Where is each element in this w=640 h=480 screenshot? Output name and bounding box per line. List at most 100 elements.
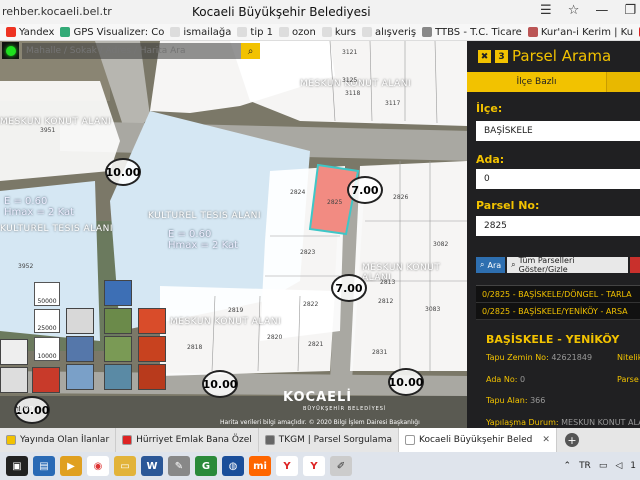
parcel-number: 3117: [385, 100, 401, 107]
search-parcel-button[interactable]: ⌕ Ara: [476, 257, 506, 273]
road-width-marker: 10.00: [202, 370, 238, 398]
yandex-icon[interactable]: Y: [303, 456, 325, 476]
parcel-number: 3083: [425, 306, 441, 313]
search-icon: ⌕: [247, 45, 254, 57]
layer-thumbnail-terrain[interactable]: [104, 308, 132, 334]
pen-icon[interactable]: ✎: [168, 456, 190, 476]
status-indicator-icon[interactable]: [2, 42, 19, 59]
bookmark-item[interactable]: TTBS - T.C. Ticare: [422, 27, 522, 38]
bookmarks-icon[interactable]: ☆: [568, 3, 580, 18]
result-item[interactable]: 0/2825 - BAŞİSKELE/YENİKÖY - ARSA: [476, 303, 640, 320]
chrome-icon[interactable]: ◉: [87, 456, 109, 476]
scale-button-10000[interactable]: 10000: [34, 337, 60, 361]
result-list: 0/2825 - BAŞİSKELE/DÖNGEL - TARLA 0/2825 …: [476, 285, 640, 320]
word-icon[interactable]: W: [141, 456, 163, 476]
browser-title-bar: rehber.kocaeli.bel.tr Kocaeli Büyükşehir…: [0, 0, 640, 24]
bookmark-item[interactable]: alışveriş: [362, 27, 416, 38]
layer-thumbnail-blue[interactable]: [66, 364, 94, 390]
parcel-number: 3951: [40, 127, 56, 134]
browser-tab[interactable]: Kocaeli Büyükşehir Beled ✕: [398, 428, 557, 452]
clock[interactable]: 1: [630, 461, 636, 471]
parsel-no-input[interactable]: 2825: [476, 216, 640, 236]
road-width-marker: 7.00: [347, 176, 383, 204]
zone-label: KULTUREL TESIS ALANI: [0, 224, 113, 234]
bookmark-icon: [527, 27, 538, 37]
panel-tabs: İlçe Bazlı: [467, 72, 640, 92]
layer-thumbnail-green[interactable]: [104, 336, 132, 362]
file-explorer-icon[interactable]: ▭: [114, 456, 136, 476]
bookmark-item[interactable]: Yandex: [6, 27, 54, 38]
parcel-number: 2822: [303, 301, 319, 308]
green-app-icon[interactable]: G: [195, 456, 217, 476]
ilce-select[interactable]: BAŞİSKELE: [476, 121, 640, 141]
parcel-number: 2819: [228, 307, 244, 314]
tray-chevron-icon[interactable]: ⌃: [564, 461, 572, 471]
clear-button[interactable]: [630, 257, 640, 273]
task-view-icon[interactable]: ▣: [6, 456, 28, 476]
layer-thumbnail-plan[interactable]: [0, 367, 28, 393]
yandex-browser-icon[interactable]: Y: [276, 456, 298, 476]
bookmark-icon: [422, 27, 433, 37]
layer-thumbnail-plan[interactable]: [0, 339, 28, 365]
media-player-icon[interactable]: ▶: [60, 456, 82, 476]
files-icon[interactable]: ▤: [33, 456, 55, 476]
parcel-number: 2831: [372, 349, 388, 356]
new-tab-button[interactable]: +: [564, 433, 579, 447]
parcel-area: [0, 81, 120, 181]
volume-icon[interactable]: ◁: [615, 461, 622, 471]
bookmark-item[interactable]: GPS Visualizer: Co: [60, 27, 164, 38]
close-panel-button[interactable]: ✖: [478, 50, 491, 63]
layer-thumbnail-street[interactable]: [66, 308, 94, 334]
bookmark-icon: [237, 27, 248, 37]
scale-button-25000[interactable]: 25000: [34, 309, 60, 333]
zone-label: KULTUREL TESIS ALANI: [148, 211, 261, 221]
parcel-number: 3082: [433, 241, 449, 248]
parcel-number: 2812: [378, 298, 394, 305]
bookmark-item[interactable]: ozon: [279, 27, 316, 38]
globe-icon[interactable]: ◍: [222, 456, 244, 476]
minimize-icon[interactable]: —: [595, 3, 608, 18]
result-item[interactable]: 0/2825 - BAŞİSKELE/DÖNGEL - TARLA: [476, 286, 640, 303]
reader-icon[interactable]: ☰: [540, 3, 552, 18]
layer-thumbnail-satellite[interactable]: [104, 280, 132, 306]
map-view[interactable]: MESKUN KONUT ALANI MESKUN KONUT ALANI ME…: [0, 41, 467, 428]
layer-thumbnail-heat[interactable]: [138, 308, 166, 334]
layer-thumbnail-heat[interactable]: [138, 336, 166, 362]
close-tab-icon[interactable]: ✕: [542, 435, 550, 445]
zoning-note: E = 0.60 Hmax = 2 Kat: [4, 196, 75, 218]
layer-thumbnail-aerial[interactable]: [104, 364, 132, 390]
toggle-all-parcels-button[interactable]: ⌕ Tüm Parselleri Göster/Gizle: [507, 256, 629, 274]
browser-tab[interactable]: Yayında Olan İlanlar: [0, 428, 117, 452]
search-button[interactable]: ⌕: [241, 43, 260, 59]
tab-other[interactable]: [607, 72, 640, 92]
browser-tab[interactable]: TKGM | Parsel Sorgulama: [259, 428, 399, 452]
parcel-number: 2813: [380, 279, 396, 286]
restore-icon[interactable]: ❐: [624, 3, 636, 18]
bookmarks-bar: Yandex GPS Visualizer: Co ismailağa tip 1 oz…: [0, 24, 640, 41]
parsel-field: Parse: [617, 375, 639, 384]
map-attribution: Harita verileri bilgi amaçlıdır. © 2020 …: [220, 419, 420, 426]
bookmark-icon: [362, 27, 372, 37]
layer-thumbnail-heat[interactable]: [32, 367, 60, 393]
layer-thumbnail-blue[interactable]: [66, 336, 94, 362]
language-indicator[interactable]: TR: [579, 461, 591, 471]
paint-icon[interactable]: ✐: [330, 456, 352, 476]
parcel-number: 2825: [327, 199, 343, 206]
bookmark-item[interactable]: tip 1: [237, 27, 273, 38]
mi-icon[interactable]: mi: [249, 456, 271, 476]
tab-ilce-bazli[interactable]: İlçe Bazlı: [467, 72, 607, 92]
bookmark-item[interactable]: ismailağa: [170, 27, 231, 38]
scale-button-50000[interactable]: 50000: [34, 282, 60, 306]
parcel-number: 2826: [393, 194, 409, 201]
layer-thumbnail-heat[interactable]: [138, 364, 166, 390]
bookmark-item[interactable]: kurs: [321, 27, 356, 38]
address-bar[interactable]: rehber.kocaeli.bel.tr: [2, 5, 112, 18]
monitor-icon[interactable]: ▭: [599, 461, 608, 471]
bookmark-item[interactable]: Kur'an-i Kerim | Ku: [527, 27, 633, 38]
parcel-number: 3125: [342, 77, 358, 84]
panel-number-badge[interactable]: 3: [495, 50, 508, 63]
map-search-input[interactable]: [22, 43, 260, 59]
corner-readout: 1.00: [16, 405, 34, 414]
ada-input[interactable]: 0: [476, 169, 640, 189]
browser-tab[interactable]: Hürriyet Emlak Bana Özel: [116, 428, 259, 452]
